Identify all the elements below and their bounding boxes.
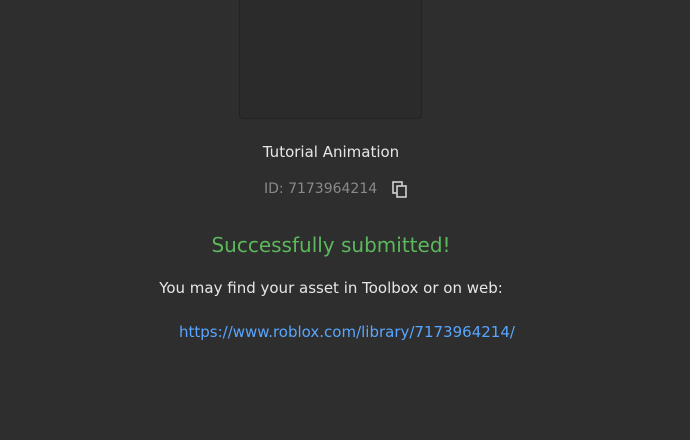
publish-success-panel: Tutorial Animation ID: 7173964214 Succes…: [0, 0, 690, 440]
asset-name: Tutorial Animation: [262, 143, 400, 161]
copy-id-button[interactable]: [391, 180, 409, 198]
asset-id: ID: 7173964214: [264, 181, 378, 197]
asset-id-row: ID: 7173964214: [264, 179, 409, 199]
asset-thumbnail: [239, 0, 422, 119]
location-hint: You may find your asset in Toolbox or on…: [159, 279, 503, 297]
asset-library-link[interactable]: https://www.roblox.com/library/717396421…: [179, 322, 515, 342]
copy-icon: [392, 180, 407, 198]
success-message: Successfully submitted!: [211, 233, 451, 257]
